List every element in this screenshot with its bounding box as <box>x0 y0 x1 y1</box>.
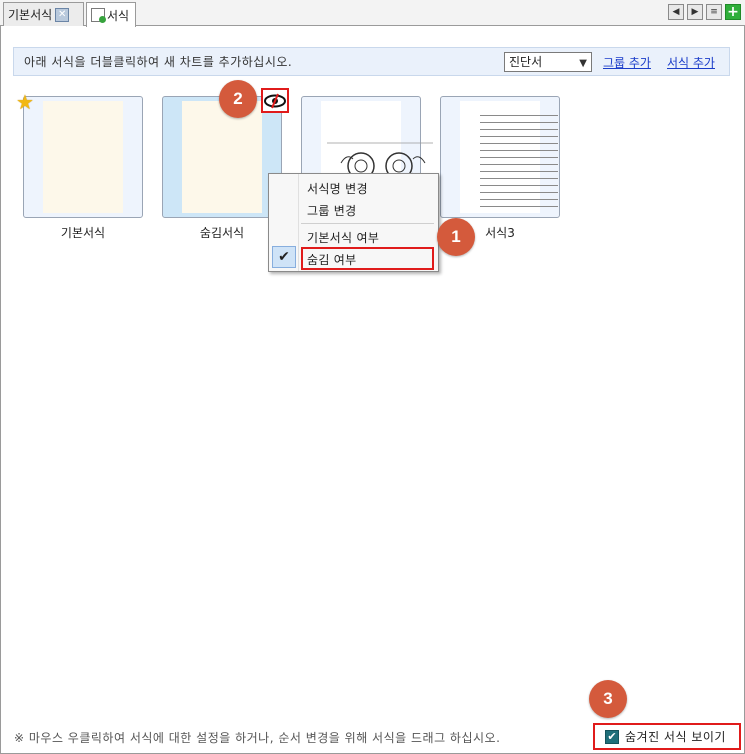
step-badge: 2 <box>219 80 257 118</box>
add-form-link[interactable]: 서식 추가 <box>667 54 715 71</box>
checkbox-checked-icon[interactable]: ✔ <box>605 729 619 744</box>
footer-hint: ※ 마우스 우클릭하여 서식에 대한 설정을 하거나, 순서 변경을 위해 서식… <box>14 731 501 745</box>
tab-label: 서식 <box>107 8 130 23</box>
form-thumbnail <box>460 101 558 213</box>
tab-list-icon[interactable]: ≡ <box>706 4 722 20</box>
next-tab-icon[interactable]: ▶ <box>687 4 703 20</box>
tab-forms[interactable]: 서식 <box>86 2 136 27</box>
text-lines <box>480 115 558 213</box>
step-badge: 1 <box>437 218 475 256</box>
check-icon: ✔ <box>272 246 296 268</box>
star-icon: ★ <box>16 90 34 114</box>
tab-label: 기본서식 <box>8 8 53 22</box>
form-card-hidden[interactable] <box>162 96 282 218</box>
tab-basic-form[interactable]: 기본서식 ✕ <box>3 2 84 26</box>
instruction-bar: 아래 서식을 더블클릭하여 새 차트를 추가하십시오. 진단서 ▼ 그룹 추가 … <box>13 47 730 76</box>
add-group-link[interactable]: 그룹 추가 <box>603 54 651 71</box>
form-label: 숨김서식 <box>199 226 245 240</box>
form-thumbnail <box>182 101 262 213</box>
step-badge: 3 <box>589 680 627 718</box>
form-thumbnail <box>43 101 123 213</box>
menu-item-rename[interactable]: 서식명 변경 <box>307 180 368 197</box>
category-select[interactable]: 진단서 ▼ <box>504 52 592 72</box>
form-card-3[interactable] <box>440 96 560 218</box>
category-select-value: 진단서 <box>509 55 543 69</box>
form-card-basic[interactable] <box>23 96 143 218</box>
tab-navigation: ◀ ▶ ≡ + <box>668 4 741 20</box>
menu-item-change-group[interactable]: 그룹 변경 <box>307 202 356 219</box>
show-hidden-checkbox[interactable]: ✔ 숨겨진 서식 보이기 <box>593 723 741 750</box>
menu-separator <box>301 223 434 224</box>
show-hidden-label: 숨겨진 서식 보이기 <box>625 730 726 744</box>
highlight-box <box>301 247 434 270</box>
instruction-text: 아래 서식을 더블클릭하여 새 차트를 추가하십시오. <box>24 55 293 69</box>
add-tab-icon[interactable]: + <box>725 4 741 20</box>
tab-bar: 기본서식 ✕ 서식 ◀ ▶ ≡ + <box>0 0 745 27</box>
form-label: 기본서식 <box>60 226 106 240</box>
document-icon <box>91 8 106 23</box>
close-icon[interactable]: ✕ <box>55 7 70 22</box>
menu-item-default-form[interactable]: 기본서식 여부 <box>307 229 379 246</box>
hidden-eye-icon <box>261 88 289 113</box>
prev-tab-icon[interactable]: ◀ <box>668 4 684 20</box>
chevron-down-icon: ▼ <box>579 58 587 69</box>
